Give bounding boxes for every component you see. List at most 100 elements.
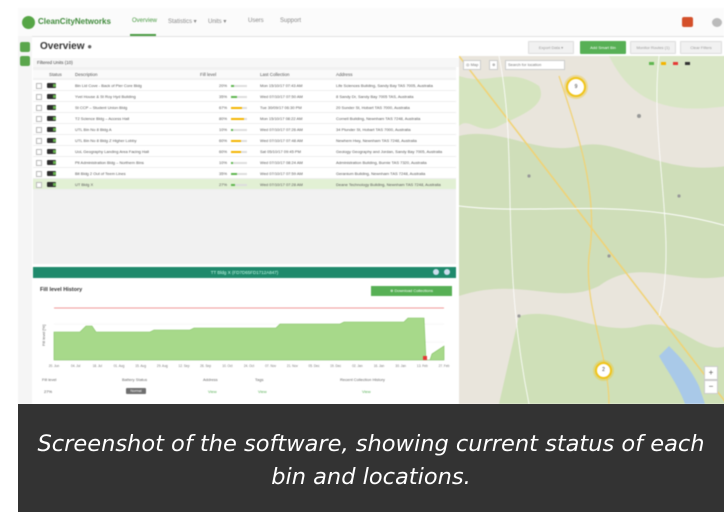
table-row[interactable]: T2 Science Bldg – Access Hall 80% Mon 15/1… bbox=[33, 113, 456, 124]
row-fill-text: 10% bbox=[219, 160, 228, 165]
nav-tab-units[interactable]: Units ▾ bbox=[208, 18, 226, 25]
row-checkbox[interactable] bbox=[36, 94, 42, 100]
zoom-out-button[interactable]: − bbox=[704, 380, 718, 394]
map-type-toggle[interactable]: ◎ Map bbox=[463, 60, 482, 70]
x-tick-label: 07. Nov bbox=[265, 364, 276, 368]
col-description[interactable]: Description bbox=[75, 72, 98, 77]
left-icon-strip bbox=[18, 36, 32, 404]
table-row[interactable]: UTL Bin No 8 Bldg Z Higher Lobby 60% Wed 0… bbox=[33, 135, 456, 146]
row-fill-text: 10% bbox=[219, 127, 228, 132]
caption-panel: Screenshot of the software, showing curr… bbox=[18, 404, 724, 512]
row-checkbox[interactable] bbox=[36, 160, 42, 166]
col-address[interactable]: Address bbox=[336, 72, 353, 77]
bin-status-icon bbox=[47, 149, 56, 154]
export-data-button[interactable]: Export Data ▾ bbox=[528, 41, 574, 54]
map-terrain bbox=[459, 56, 727, 404]
clear-filters-button[interactable]: Clear Filters bbox=[680, 41, 722, 54]
row-description: UT Bldg X bbox=[75, 182, 94, 187]
row-checkbox[interactable] bbox=[36, 182, 42, 188]
nav-tab-statistics[interactable]: Statistics ▾ bbox=[168, 18, 197, 25]
row-fill-bar bbox=[231, 173, 247, 175]
table-row[interactable]: Bit Bldg 2 Out of Teem Lines 35% Wed 07/10… bbox=[33, 168, 456, 179]
chart-ylabel: Fill level [%] bbox=[41, 325, 46, 346]
row-description: Bin Lid Cove - Back of Pier Core Bldg bbox=[75, 83, 142, 88]
add-smart-bin-button[interactable]: Add Smart Bin bbox=[580, 41, 626, 54]
row-address: Administration Building, Burnie TAS 7320… bbox=[336, 160, 427, 165]
table-row[interactable]: Pit Administration Bldg – Northern Bins 1… bbox=[33, 157, 456, 168]
download-collections-button[interactable]: ⊕ Download Collections bbox=[371, 286, 452, 296]
row-fill-bar bbox=[231, 162, 247, 164]
row-fill-text: 27% bbox=[219, 182, 228, 187]
map-cluster-north[interactable]: 9 bbox=[566, 77, 586, 97]
x-tick-label: 16. Jan bbox=[374, 364, 385, 368]
row-description: UTL Bin No 8 Bldg Z Higher Lobby bbox=[75, 138, 137, 143]
history-view-link[interactable]: View bbox=[362, 389, 371, 394]
map-view-icon[interactable] bbox=[20, 56, 30, 66]
legend-black-icon bbox=[685, 62, 690, 65]
row-checkbox[interactable] bbox=[36, 138, 42, 144]
row-description: UoL Geography Landing Area Facing Hall bbox=[75, 149, 149, 154]
map-view[interactable]: ◎ Map ⊕ Search for location 9 2 + − bbox=[459, 56, 727, 404]
row-address: Life Sciences Building, Sandy Bay TAS 70… bbox=[336, 83, 433, 88]
monitor-routes-button[interactable]: Monitor Routes (1) bbox=[630, 41, 676, 54]
x-tick-label: 29. Aug bbox=[157, 364, 168, 368]
row-address: 34 Plunder St, Hobart TAS 7000, Australi… bbox=[336, 127, 411, 132]
x-tick-label: 30. Jan bbox=[395, 364, 406, 368]
page-title: Overview ● bbox=[40, 41, 92, 52]
row-checkbox[interactable] bbox=[36, 149, 42, 155]
row-fill-bar bbox=[231, 85, 247, 87]
row-checkbox[interactable] bbox=[36, 171, 42, 177]
bin-status-icon bbox=[47, 127, 56, 132]
battery-status-badge: Normal bbox=[126, 388, 146, 394]
tags-view-link[interactable]: View bbox=[258, 389, 267, 394]
row-fill-text: 67% bbox=[219, 105, 228, 110]
x-tick-label: 04. Jul bbox=[71, 364, 81, 368]
locate-icon[interactable]: ⊕ bbox=[489, 60, 499, 70]
top-navbar: CleanCityNetworks Overview Statistics ▾ … bbox=[18, 8, 724, 37]
nav-tab-support[interactable]: Support bbox=[280, 18, 301, 24]
close-icon[interactable] bbox=[444, 269, 450, 275]
col-fill-level[interactable]: Fill level bbox=[200, 72, 216, 77]
collection-marker[interactable] bbox=[423, 356, 427, 360]
row-address: Newhem Hwy, Newnham TAS 7248, Australia bbox=[336, 138, 417, 143]
notification-flag-icon[interactable] bbox=[682, 17, 693, 27]
row-last-collection: Tue 30/09/17 06:30 PM bbox=[260, 105, 302, 110]
table-row[interactable]: UTL Bin No 8 Bldg A 10% Wed 07/10/17 07:26… bbox=[33, 124, 456, 135]
fill-history-area bbox=[53, 317, 445, 361]
detail-title-bar: TT Bldg X (FD7D65FD1712A847) bbox=[33, 267, 456, 278]
fill-level-chart: Fill level [%] 20. Jun 04. Jul 18. Jul 01. … bbox=[41, 307, 450, 368]
table-row[interactable]: Bin Lid Cove - Back of Pier Core Bldg 20%… bbox=[33, 80, 456, 91]
row-fill-bar bbox=[231, 96, 247, 98]
table-row[interactable]: St CCP – Student Union Bldg 67% Tue 30/09/… bbox=[33, 102, 456, 113]
row-checkbox[interactable] bbox=[36, 105, 42, 111]
zoom-in-button[interactable]: + bbox=[704, 366, 718, 380]
row-last-collection: Wed 07/10/17 08:24 AM bbox=[260, 160, 303, 165]
row-checkbox[interactable] bbox=[36, 127, 42, 133]
table-row[interactable]: UT Bldg X 27% Wed 07/10/17 07:28 AM Deane T… bbox=[33, 179, 456, 190]
x-tick-label: 10. Oct bbox=[222, 364, 232, 368]
row-checkbox[interactable] bbox=[36, 116, 42, 122]
map-cluster-south[interactable]: 2 bbox=[595, 362, 612, 379]
legend-green-icon bbox=[649, 62, 654, 65]
nav-tab-overview[interactable]: Overview bbox=[132, 18, 157, 24]
row-fill-bar bbox=[231, 118, 247, 120]
grid-view-icon[interactable] bbox=[20, 42, 30, 52]
row-address: Geranium Building, Newnham TAS 7248, Aus… bbox=[336, 171, 426, 176]
col-status[interactable]: Status bbox=[49, 72, 62, 77]
x-tick-label: 15. Aug bbox=[135, 364, 146, 368]
footer-h-address: Address bbox=[203, 377, 218, 382]
user-avatar[interactable] bbox=[712, 18, 722, 27]
table-row[interactable]: Yvel House & St Roy Hyd Building 35% Wed 0… bbox=[33, 91, 456, 102]
detail-footer: Fill level Battery Status Address Tags R… bbox=[40, 374, 456, 404]
map-search-input[interactable]: Search for location bbox=[505, 60, 565, 70]
row-checkbox[interactable] bbox=[36, 83, 42, 89]
table-header: Status Description Fill level Last Colle… bbox=[33, 70, 456, 78]
x-tick-label: 13. Feb bbox=[417, 364, 428, 368]
table-row[interactable]: UoL Geography Landing Area Facing Hall 60… bbox=[33, 146, 456, 157]
col-last-collection[interactable]: Last Collection bbox=[260, 72, 290, 77]
x-tick-label: 05. Dec bbox=[309, 364, 320, 368]
settings-icon[interactable] bbox=[433, 269, 439, 275]
info-circle-icon[interactable]: ● bbox=[87, 42, 92, 51]
nav-tab-users[interactable]: Users bbox=[248, 18, 264, 24]
address-view-link[interactable]: View bbox=[208, 389, 217, 394]
